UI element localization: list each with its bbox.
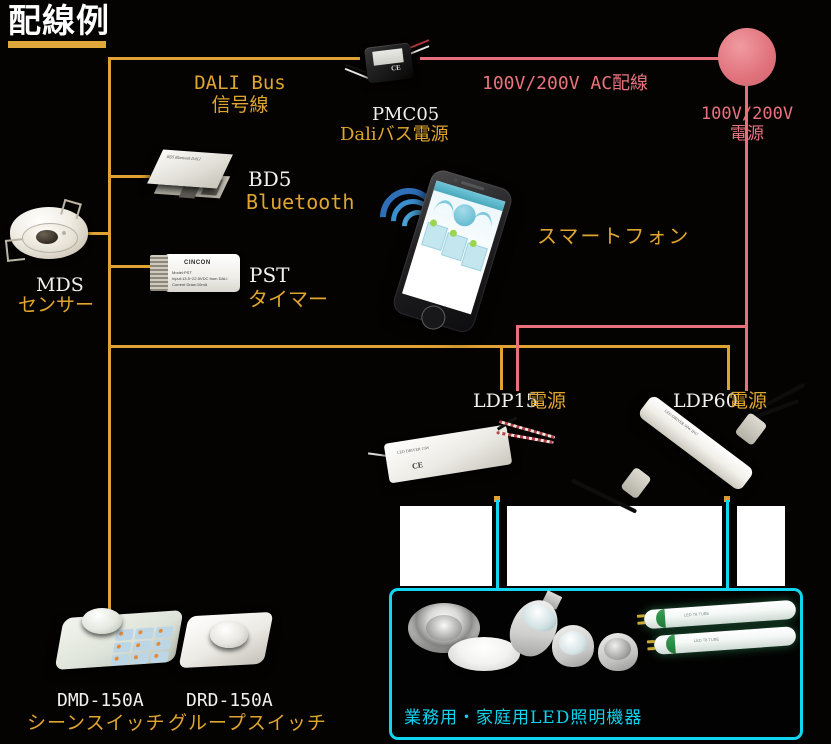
ce-mark-ldp15: CE <box>411 460 424 471</box>
label-bd5-desc: Bluetooth <box>246 190 355 214</box>
pst-module-image: CINCON Model:PST Input:13.5~22.5VDC from… <box>150 250 244 298</box>
par-lamp-2-icon <box>552 625 594 667</box>
label-drd-name: DRD-150A <box>186 690 273 711</box>
pst-spec-text: Model:PST Input:13.5~22.5VDC from DALI C… <box>172 270 228 287</box>
wire-ac-top <box>420 57 725 60</box>
wire-dali-branch-pst <box>108 265 150 268</box>
wire-dali-branch-bd5 <box>108 175 150 178</box>
label-pmc05-name: PMC05 <box>372 104 440 125</box>
mds-sensor-image <box>4 198 96 265</box>
wire-dali-drop-ldp15 <box>500 345 503 390</box>
label-ldp60-desc: 電源 <box>729 390 768 412</box>
label-ac-wiring: 100V/200V AC配線 <box>482 73 649 94</box>
par-lamp-3-icon <box>598 633 638 671</box>
bd5-spec-text: BD5 Bluetooth DALI <box>165 153 202 162</box>
led-panel-caption: 業務用・家庭用LED照明機器 <box>404 708 643 728</box>
ldp60-driver-image: LED DRIVER 60W IP67 <box>570 382 806 538</box>
label-dali-bus: DALI Bus 信号線 <box>194 72 286 117</box>
label-pmc05-desc: Daliバス電源 <box>340 124 449 145</box>
bd5-module-image: BD5 Bluetooth DALI <box>147 146 244 208</box>
pmc05-module-image: CE <box>344 38 430 88</box>
led-tube-2-icon: LED T8 TUBE <box>646 626 797 655</box>
wire-dali-trunk <box>108 57 111 654</box>
pst-brand-text: CINCON <box>184 260 211 266</box>
product-image-placeholder-1 <box>400 506 492 586</box>
led-tube-1-icon: LED T8 TUBE <box>636 599 797 630</box>
wire-led-out-ldp15 <box>496 500 499 590</box>
label-power-source: 100V/200V 電源 <box>700 104 794 145</box>
ce-mark-pmc05: CE <box>390 63 402 73</box>
wire-ac-drop-ldp60 <box>745 325 748 391</box>
label-ldp15-desc: 電源 <box>528 390 567 412</box>
wiring-diagram-canvas: 配線例 CE BD5 Bluetooth DALI CINCON Model:P… <box>0 0 831 744</box>
dmd-150a-switch-image <box>54 604 188 676</box>
led-fixtures-panel: LED T8 TUBE LED T8 TUBE 業務用・家庭用LED照明機器 <box>389 588 803 740</box>
ldp60-spec-text: LED DRIVER 60W IP67 <box>663 408 700 437</box>
wire-ac-horizontal-lower <box>516 325 748 328</box>
wire-dali-top <box>108 57 360 60</box>
power-source-node <box>718 28 776 86</box>
label-smartphone: スマートフォン <box>537 224 691 248</box>
drd-150a-switch-image <box>178 608 280 674</box>
label-dmd-name: DMD-150A <box>57 690 144 711</box>
page-title: 配線例 <box>8 1 110 40</box>
label-pst-name: PST <box>249 263 290 287</box>
title-underline <box>8 41 106 48</box>
label-drd-desc: グループスイッチ <box>168 712 327 734</box>
label-bd5-name: BD5 <box>248 167 292 191</box>
label-mds-desc: センサー <box>18 294 95 316</box>
label-dmd-desc: シーンスイッチ <box>27 712 166 734</box>
wire-dali-drop-ldp60 <box>727 345 730 390</box>
sensor-lens <box>36 230 58 244</box>
wire-dali-bus-horizontal <box>108 345 730 348</box>
label-pst-desc: タイマー <box>248 287 328 311</box>
wire-ac-drop-ldp15 <box>516 325 519 391</box>
ldp15-driver-image: LED DRIVER 15W CE <box>367 412 556 492</box>
downlight-flat-icon <box>448 637 520 671</box>
